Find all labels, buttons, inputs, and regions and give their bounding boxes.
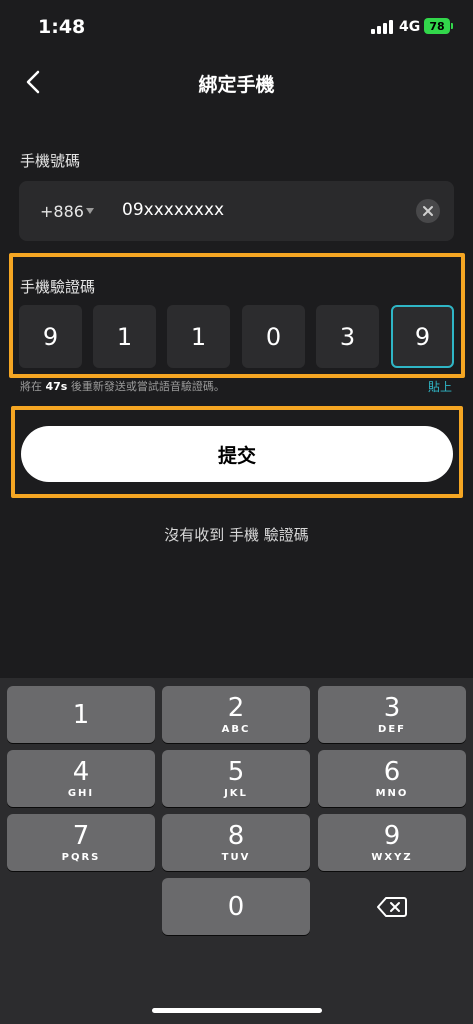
resend-hint-suffix: 後重新發送或嘗試語音驗證碼。 (67, 380, 225, 393)
key-letters: JKL (224, 788, 248, 799)
paste-button[interactable]: 貼上 (428, 378, 452, 395)
no-code-link[interactable]: 沒有收到 手機 驗證碼 (0, 524, 473, 545)
battery-icon: 78 (424, 18, 453, 34)
status-time: 1:48 (38, 16, 86, 38)
key-number: 0 (227, 891, 245, 922)
key-7[interactable]: 7 PQRS (7, 814, 155, 871)
page-title: 綁定手機 (198, 74, 275, 96)
key-letters: WXYZ (371, 852, 413, 863)
key-number: 7 (72, 821, 90, 851)
code-digit-4[interactable]: 0 (242, 305, 305, 368)
code-digit-5[interactable]: 3 (316, 305, 379, 368)
phone-field (19, 181, 454, 241)
key-number: 5 (227, 757, 245, 787)
code-digit-6[interactable]: 9 (391, 305, 454, 368)
close-icon (423, 206, 433, 216)
key-6[interactable]: 6 MNO (318, 750, 466, 807)
key-number: 3 (383, 693, 401, 723)
resend-countdown: 47s (45, 380, 68, 393)
key-letters: ABC (221, 724, 251, 735)
key-3[interactable]: 3 DEF (318, 686, 466, 743)
resend-hint-prefix: 將在 (20, 380, 46, 393)
key-number: 4 (72, 757, 90, 787)
code-digit-3[interactable]: 1 (167, 305, 230, 368)
key-letters: TUV (221, 852, 251, 863)
key-number: 8 (227, 821, 245, 851)
delete-key[interactable] (318, 878, 466, 935)
key-number: 9 (383, 821, 401, 851)
code-digit-1[interactable]: 9 (19, 305, 82, 368)
clear-button[interactable] (416, 199, 440, 223)
key-letters: PQRS (61, 852, 101, 863)
key-letters: MNO (375, 788, 409, 799)
key-number: 1 (72, 699, 90, 730)
network-type: 4G (399, 19, 421, 35)
key-2[interactable]: 2 ABC (162, 686, 310, 743)
key-4[interactable]: 4 GHI (7, 750, 155, 807)
home-indicator[interactable] (152, 1008, 322, 1013)
cellular-signal-icon (371, 20, 395, 34)
key-8[interactable]: 8 TUV (162, 814, 310, 871)
code-label: 手機驗證碼 (20, 278, 96, 296)
resend-hint: 將在 47s 後重新發送或嘗試語音驗證碼。 (20, 378, 225, 394)
key-9[interactable]: 9 WXYZ (318, 814, 466, 871)
key-0[interactable]: 0 (162, 878, 310, 935)
country-code-selector[interactable]: +886 (40, 202, 84, 221)
key-number: 6 (383, 757, 401, 787)
key-5[interactable]: 5 JKL (162, 750, 310, 807)
phone-input[interactable]: 09xxxxxxxx (122, 200, 224, 220)
key-letters: DEF (378, 724, 406, 735)
key-letters: GHI (67, 788, 95, 799)
code-digit-2[interactable]: 1 (93, 305, 156, 368)
battery-level: 78 (429, 19, 445, 33)
key-number: 2 (227, 693, 245, 723)
phone-label: 手機號碼 (20, 152, 81, 170)
submit-button[interactable]: 提交 (21, 426, 453, 482)
key-1[interactable]: 1 (7, 686, 155, 743)
caret-down-icon[interactable] (86, 208, 94, 214)
backspace-icon (377, 896, 407, 917)
